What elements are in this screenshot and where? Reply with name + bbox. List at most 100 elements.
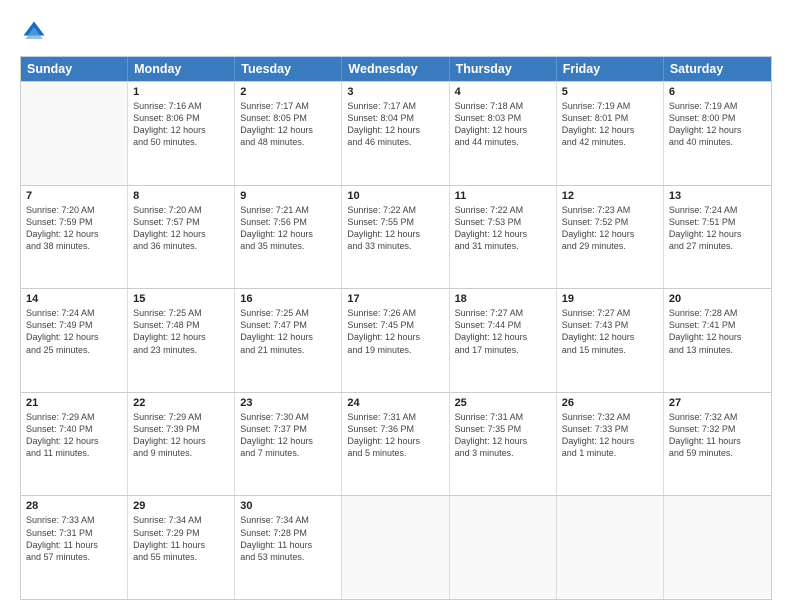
cell-info: Sunrise: 7:34 AMSunset: 7:29 PMDaylight:… xyxy=(133,514,229,563)
cal-cell: 29 Sunrise: 7:34 AMSunset: 7:29 PMDayligh… xyxy=(128,496,235,599)
day-number: 23 xyxy=(240,397,336,409)
cal-cell: 20Sunrise: 7:28 AMSunset: 7:41 PMDayligh… xyxy=(664,289,771,392)
cell-info: Sunrise: 7:27 AMSunset: 7:43 PMDaylight:… xyxy=(562,307,658,356)
cal-row-3: 14 Sunrise: 7:24 AMSunset: 7:49 PMDayligh… xyxy=(21,288,771,392)
cal-row-1: 1 Sunrise: 7:16 AMSunset: 8:06 PMDaylight… xyxy=(21,81,771,185)
day-number: 8 xyxy=(133,190,229,202)
day-number: 14 xyxy=(26,293,122,305)
cal-cell: 1 Sunrise: 7:16 AMSunset: 8:06 PMDaylight… xyxy=(128,82,235,185)
logo-icon xyxy=(20,18,48,46)
cal-cell: 13 Sunrise: 7:24 AMSunset: 7:51 PMDayligh… xyxy=(664,186,771,289)
cal-cell: 7 Sunrise: 7:20 AMSunset: 7:59 PMDaylight… xyxy=(21,186,128,289)
cal-cell: 15 Sunrise: 7:25 AMSunset: 7:48 PMDayligh… xyxy=(128,289,235,392)
header-day-saturday: Saturday xyxy=(664,57,771,81)
day-number: 6 xyxy=(669,86,766,98)
cal-cell: 2 Sunrise: 7:17 AMSunset: 8:05 PMDaylight… xyxy=(235,82,342,185)
cell-info: Sunrise: 7:31 AMSunset: 7:35 PMDaylight:… xyxy=(455,411,551,460)
cell-info: Sunrise: 7:18 AMSunset: 8:03 PMDaylight:… xyxy=(455,100,551,149)
day-number: 15 xyxy=(133,293,229,305)
day-number: 16 xyxy=(240,293,336,305)
day-number: 13 xyxy=(669,190,766,202)
cell-info: Sunrise: 7:32 AMSunset: 7:32 PMDaylight:… xyxy=(669,411,766,460)
cal-row-4: 21Sunrise: 7:29 AMSunset: 7:40 PMDayligh… xyxy=(21,392,771,496)
day-number: 26 xyxy=(562,397,658,409)
day-number: 19 xyxy=(562,293,658,305)
cell-info: Sunrise: 7:26 AMSunset: 7:45 PMDaylight:… xyxy=(347,307,443,356)
cal-cell: 18 Sunrise: 7:27 AMSunset: 7:44 PMDayligh… xyxy=(450,289,557,392)
cal-cell: 28Sunrise: 7:33 AMSunset: 7:31 PMDayligh… xyxy=(21,496,128,599)
header-day-wednesday: Wednesday xyxy=(342,57,449,81)
cell-info: Sunrise: 7:20 AMSunset: 7:57 PMDaylight:… xyxy=(133,204,229,253)
cal-cell: 16 Sunrise: 7:25 AMSunset: 7:47 PMDayligh… xyxy=(235,289,342,392)
cal-cell xyxy=(450,496,557,599)
cal-row-2: 7 Sunrise: 7:20 AMSunset: 7:59 PMDaylight… xyxy=(21,185,771,289)
calendar-body: 1 Sunrise: 7:16 AMSunset: 8:06 PMDaylight… xyxy=(21,81,771,599)
cal-cell xyxy=(21,82,128,185)
day-number: 25 xyxy=(455,397,551,409)
cal-cell: 30 Sunrise: 7:34 AMSunset: 7:28 PMDayligh… xyxy=(235,496,342,599)
logo xyxy=(20,18,52,46)
cal-cell: 14 Sunrise: 7:24 AMSunset: 7:49 PMDayligh… xyxy=(21,289,128,392)
cal-cell: 10 Sunrise: 7:22 AMSunset: 7:55 PMDayligh… xyxy=(342,186,449,289)
cal-cell: 27 Sunrise: 7:32 AMSunset: 7:32 PMDayligh… xyxy=(664,393,771,496)
header-day-sunday: Sunday xyxy=(21,57,128,81)
day-number: 4 xyxy=(455,86,551,98)
day-number: 5 xyxy=(562,86,658,98)
cal-cell: 21Sunrise: 7:29 AMSunset: 7:40 PMDayligh… xyxy=(21,393,128,496)
cell-info: Sunrise: 7:20 AMSunset: 7:59 PMDaylight:… xyxy=(26,204,122,253)
header-day-thursday: Thursday xyxy=(450,57,557,81)
cell-info: Sunrise: 7:25 AMSunset: 7:48 PMDaylight:… xyxy=(133,307,229,356)
day-number: 7 xyxy=(26,190,122,202)
cell-info: Sunrise: 7:16 AMSunset: 8:06 PMDaylight:… xyxy=(133,100,229,149)
cal-cell xyxy=(664,496,771,599)
day-number: 10 xyxy=(347,190,443,202)
cal-cell xyxy=(342,496,449,599)
day-number: 20 xyxy=(669,293,766,305)
cell-info: Sunrise: 7:24 AMSunset: 7:49 PMDaylight:… xyxy=(26,307,122,356)
day-number: 12 xyxy=(562,190,658,202)
day-number: 11 xyxy=(455,190,551,202)
cell-info: Sunrise: 7:21 AMSunset: 7:56 PMDaylight:… xyxy=(240,204,336,253)
day-number: 2 xyxy=(240,86,336,98)
cell-info: Sunrise: 7:31 AMSunset: 7:36 PMDaylight:… xyxy=(347,411,443,460)
cell-info: Sunrise: 7:22 AMSunset: 7:53 PMDaylight:… xyxy=(455,204,551,253)
day-number: 1 xyxy=(133,86,229,98)
cal-cell: 5 Sunrise: 7:19 AMSunset: 8:01 PMDaylight… xyxy=(557,82,664,185)
cell-info: Sunrise: 7:19 AMSunset: 8:01 PMDaylight:… xyxy=(562,100,658,149)
day-number: 9 xyxy=(240,190,336,202)
header-day-friday: Friday xyxy=(557,57,664,81)
cal-cell: 23 Sunrise: 7:30 AMSunset: 7:37 PMDayligh… xyxy=(235,393,342,496)
cal-cell: 26Sunrise: 7:32 AMSunset: 7:33 PMDayligh… xyxy=(557,393,664,496)
cell-info: Sunrise: 7:24 AMSunset: 7:51 PMDaylight:… xyxy=(669,204,766,253)
day-number: 21 xyxy=(26,397,122,409)
cell-info: Sunrise: 7:34 AMSunset: 7:28 PMDaylight:… xyxy=(240,514,336,563)
cell-info: Sunrise: 7:17 AMSunset: 8:05 PMDaylight:… xyxy=(240,100,336,149)
day-number: 27 xyxy=(669,397,766,409)
day-number: 28 xyxy=(26,500,122,512)
header-day-monday: Monday xyxy=(128,57,235,81)
day-number: 30 xyxy=(240,500,336,512)
page-header xyxy=(20,18,772,46)
cal-cell: 24Sunrise: 7:31 AMSunset: 7:36 PMDayligh… xyxy=(342,393,449,496)
calendar-header: SundayMondayTuesdayWednesdayThursdayFrid… xyxy=(21,57,771,81)
cal-cell: 12 Sunrise: 7:23 AMSunset: 7:52 PMDayligh… xyxy=(557,186,664,289)
cal-cell: 6Sunrise: 7:19 AMSunset: 8:00 PMDaylight… xyxy=(664,82,771,185)
page: SundayMondayTuesdayWednesdayThursdayFrid… xyxy=(0,0,792,612)
day-number: 17 xyxy=(347,293,443,305)
cal-cell: 17 Sunrise: 7:26 AMSunset: 7:45 PMDayligh… xyxy=(342,289,449,392)
cell-info: Sunrise: 7:29 AMSunset: 7:39 PMDaylight:… xyxy=(133,411,229,460)
cell-info: Sunrise: 7:17 AMSunset: 8:04 PMDaylight:… xyxy=(347,100,443,149)
day-number: 22 xyxy=(133,397,229,409)
cal-cell xyxy=(557,496,664,599)
cell-info: Sunrise: 7:22 AMSunset: 7:55 PMDaylight:… xyxy=(347,204,443,253)
header-day-tuesday: Tuesday xyxy=(235,57,342,81)
cell-info: Sunrise: 7:25 AMSunset: 7:47 PMDaylight:… xyxy=(240,307,336,356)
calendar: SundayMondayTuesdayWednesdayThursdayFrid… xyxy=(20,56,772,600)
cell-info: Sunrise: 7:23 AMSunset: 7:52 PMDaylight:… xyxy=(562,204,658,253)
cell-info: Sunrise: 7:30 AMSunset: 7:37 PMDaylight:… xyxy=(240,411,336,460)
cell-info: Sunrise: 7:27 AMSunset: 7:44 PMDaylight:… xyxy=(455,307,551,356)
cal-cell: 9 Sunrise: 7:21 AMSunset: 7:56 PMDaylight… xyxy=(235,186,342,289)
cal-cell: 19 Sunrise: 7:27 AMSunset: 7:43 PMDayligh… xyxy=(557,289,664,392)
day-number: 18 xyxy=(455,293,551,305)
day-number: 29 xyxy=(133,500,229,512)
